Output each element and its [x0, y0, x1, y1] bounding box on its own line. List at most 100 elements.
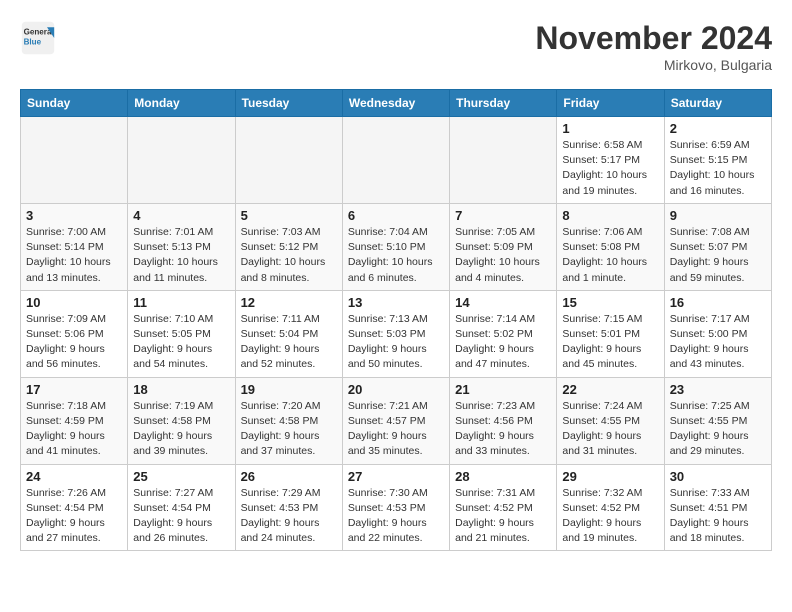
day-info: Sunrise: 7:09 AM Sunset: 5:06 PM Dayligh… [26, 312, 122, 373]
calendar-day-cell: 17 Sunrise: 7:18 AM Sunset: 4:59 PM Dayli… [21, 377, 128, 464]
calendar-day-cell [450, 117, 557, 204]
day-number: 11 [133, 295, 229, 310]
day-info: Sunrise: 7:04 AM Sunset: 5:10 PM Dayligh… [348, 225, 444, 286]
logo-icon: General Blue [20, 20, 56, 56]
calendar-day-cell [342, 117, 449, 204]
month-title: November 2024 [535, 20, 772, 57]
calendar-week-row: 17 Sunrise: 7:18 AM Sunset: 4:59 PM Dayli… [21, 377, 772, 464]
day-info: Sunrise: 7:05 AM Sunset: 5:09 PM Dayligh… [455, 225, 551, 286]
calendar-day-cell: 10 Sunrise: 7:09 AM Sunset: 5:06 PM Dayli… [21, 290, 128, 377]
calendar-day-cell: 27 Sunrise: 7:30 AM Sunset: 4:53 PM Dayli… [342, 464, 449, 551]
day-number: 18 [133, 382, 229, 397]
day-number: 24 [26, 469, 122, 484]
day-info: Sunrise: 7:31 AM Sunset: 4:52 PM Dayligh… [455, 486, 551, 547]
day-info: Sunrise: 7:26 AM Sunset: 4:54 PM Dayligh… [26, 486, 122, 547]
calendar-day-cell: 20Sunrise: 7:21 AM Sunset: 4:57 PM Dayli… [342, 377, 449, 464]
day-info: Sunrise: 7:27 AM Sunset: 4:54 PM Dayligh… [133, 486, 229, 547]
day-number: 29 [562, 469, 658, 484]
day-info: Sunrise: 7:24 AM Sunset: 4:55 PM Dayligh… [562, 399, 658, 460]
weekday-header: Wednesday [342, 90, 449, 117]
day-number: 14 [455, 295, 551, 310]
calendar-day-cell: 6Sunrise: 7:04 AM Sunset: 5:10 PM Daylig… [342, 203, 449, 290]
day-number: 28 [455, 469, 551, 484]
logo: General Blue [20, 20, 56, 56]
day-info: Sunrise: 7:01 AM Sunset: 5:13 PM Dayligh… [133, 225, 229, 286]
calendar-day-cell: 19 Sunrise: 7:20 AM Sunset: 4:58 PM Dayli… [235, 377, 342, 464]
day-info: Sunrise: 7:08 AM Sunset: 5:07 PM Dayligh… [670, 225, 766, 286]
calendar-day-cell: 4 Sunrise: 7:01 AM Sunset: 5:13 PM Daylig… [128, 203, 235, 290]
day-info: Sunrise: 7:00 AM Sunset: 5:14 PM Dayligh… [26, 225, 122, 286]
day-number: 5 [241, 208, 337, 223]
calendar-day-cell: 29 Sunrise: 7:32 AM Sunset: 4:52 PM Dayli… [557, 464, 664, 551]
calendar-header-row: SundayMondayTuesdayWednesdayThursdayFrid… [21, 90, 772, 117]
calendar-day-cell [128, 117, 235, 204]
calendar-day-cell: 24 Sunrise: 7:26 AM Sunset: 4:54 PM Dayli… [21, 464, 128, 551]
day-info: Sunrise: 6:59 AM Sunset: 5:15 PM Dayligh… [670, 138, 766, 199]
weekday-header: Thursday [450, 90, 557, 117]
calendar-day-cell: 7 Sunrise: 7:05 AM Sunset: 5:09 PM Daylig… [450, 203, 557, 290]
day-info: Sunrise: 7:15 AM Sunset: 5:01 PM Dayligh… [562, 312, 658, 373]
calendar-day-cell: 30 Sunrise: 7:33 AM Sunset: 4:51 PM Dayli… [664, 464, 771, 551]
calendar-day-cell [235, 117, 342, 204]
title-block: November 2024 Mirkovo, Bulgaria [535, 20, 772, 73]
day-info: Sunrise: 7:06 AM Sunset: 5:08 PM Dayligh… [562, 225, 658, 286]
calendar-day-cell: 8 Sunrise: 7:06 AM Sunset: 5:08 PM Daylig… [557, 203, 664, 290]
svg-text:Blue: Blue [24, 37, 42, 46]
day-info: Sunrise: 7:19 AM Sunset: 4:58 PM Dayligh… [133, 399, 229, 460]
day-info: Sunrise: 7:03 AM Sunset: 5:12 PM Dayligh… [241, 225, 337, 286]
day-number: 12 [241, 295, 337, 310]
day-info: Sunrise: 7:13 AM Sunset: 5:03 PM Dayligh… [348, 312, 444, 373]
calendar-day-cell: 12Sunrise: 7:11 AM Sunset: 5:04 PM Dayli… [235, 290, 342, 377]
calendar-day-cell: 13 Sunrise: 7:13 AM Sunset: 5:03 PM Dayli… [342, 290, 449, 377]
calendar-day-cell: 26Sunrise: 7:29 AM Sunset: 4:53 PM Dayli… [235, 464, 342, 551]
day-number: 27 [348, 469, 444, 484]
day-number: 7 [455, 208, 551, 223]
day-number: 2 [670, 121, 766, 136]
weekday-header: Friday [557, 90, 664, 117]
calendar-day-cell: 22 Sunrise: 7:24 AM Sunset: 4:55 PM Dayli… [557, 377, 664, 464]
location: Mirkovo, Bulgaria [535, 57, 772, 73]
day-info: Sunrise: 7:33 AM Sunset: 4:51 PM Dayligh… [670, 486, 766, 547]
calendar-day-cell [21, 117, 128, 204]
calendar-day-cell: 15Sunrise: 7:15 AM Sunset: 5:01 PM Dayli… [557, 290, 664, 377]
day-number: 4 [133, 208, 229, 223]
calendar-day-cell: 16Sunrise: 7:17 AM Sunset: 5:00 PM Dayli… [664, 290, 771, 377]
day-info: Sunrise: 6:58 AM Sunset: 5:17 PM Dayligh… [562, 138, 658, 199]
day-info: Sunrise: 7:14 AM Sunset: 5:02 PM Dayligh… [455, 312, 551, 373]
day-number: 23 [670, 382, 766, 397]
day-number: 1 [562, 121, 658, 136]
calendar-day-cell: 11 Sunrise: 7:10 AM Sunset: 5:05 PM Dayli… [128, 290, 235, 377]
day-info: Sunrise: 7:18 AM Sunset: 4:59 PM Dayligh… [26, 399, 122, 460]
calendar-week-row: 24 Sunrise: 7:26 AM Sunset: 4:54 PM Dayli… [21, 464, 772, 551]
weekday-header: Monday [128, 90, 235, 117]
day-number: 10 [26, 295, 122, 310]
calendar-day-cell: 25Sunrise: 7:27 AM Sunset: 4:54 PM Dayli… [128, 464, 235, 551]
calendar-day-cell: 2 Sunrise: 6:59 AM Sunset: 5:15 PM Daylig… [664, 117, 771, 204]
page-header: General Blue November 2024 Mirkovo, Bulg… [20, 20, 772, 73]
day-info: Sunrise: 7:10 AM Sunset: 5:05 PM Dayligh… [133, 312, 229, 373]
day-number: 3 [26, 208, 122, 223]
calendar-day-cell: 28 Sunrise: 7:31 AM Sunset: 4:52 PM Dayli… [450, 464, 557, 551]
calendar-table: SundayMondayTuesdayWednesdayThursdayFrid… [20, 89, 772, 551]
day-number: 19 [241, 382, 337, 397]
day-info: Sunrise: 7:25 AM Sunset: 4:55 PM Dayligh… [670, 399, 766, 460]
day-info: Sunrise: 7:20 AM Sunset: 4:58 PM Dayligh… [241, 399, 337, 460]
weekday-header: Sunday [21, 90, 128, 117]
day-number: 8 [562, 208, 658, 223]
day-info: Sunrise: 7:29 AM Sunset: 4:53 PM Dayligh… [241, 486, 337, 547]
day-number: 21 [455, 382, 551, 397]
calendar-week-row: 1 Sunrise: 6:58 AM Sunset: 5:17 PM Daylig… [21, 117, 772, 204]
day-number: 30 [670, 469, 766, 484]
day-number: 17 [26, 382, 122, 397]
day-number: 16 [670, 295, 766, 310]
day-number: 20 [348, 382, 444, 397]
calendar-day-cell: 3 Sunrise: 7:00 AM Sunset: 5:14 PM Daylig… [21, 203, 128, 290]
day-number: 22 [562, 382, 658, 397]
calendar-day-cell: 1 Sunrise: 6:58 AM Sunset: 5:17 PM Daylig… [557, 117, 664, 204]
day-info: Sunrise: 7:30 AM Sunset: 4:53 PM Dayligh… [348, 486, 444, 547]
day-number: 13 [348, 295, 444, 310]
calendar-week-row: 3 Sunrise: 7:00 AM Sunset: 5:14 PM Daylig… [21, 203, 772, 290]
day-info: Sunrise: 7:32 AM Sunset: 4:52 PM Dayligh… [562, 486, 658, 547]
weekday-header: Saturday [664, 90, 771, 117]
calendar-day-cell: 9Sunrise: 7:08 AM Sunset: 5:07 PM Daylig… [664, 203, 771, 290]
